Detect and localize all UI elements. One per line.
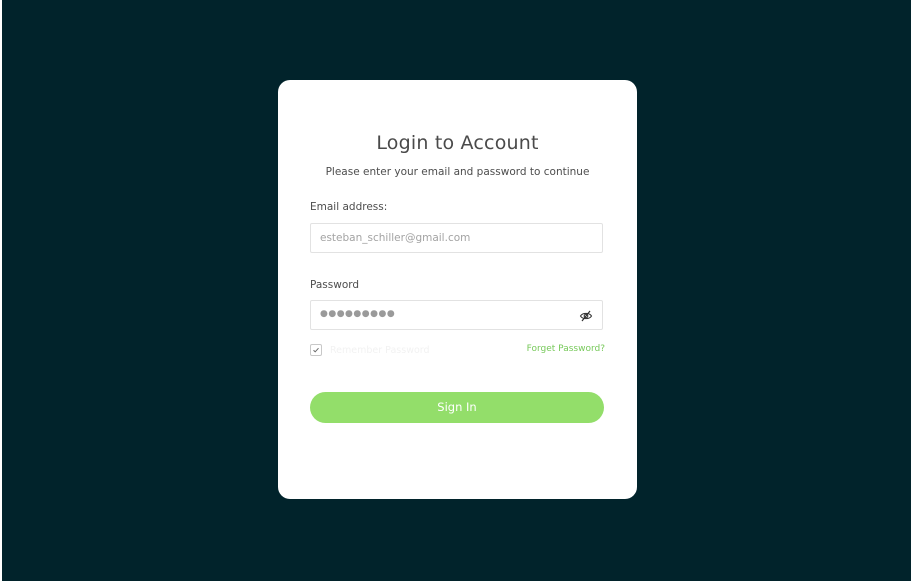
password-mask: ●●●●●●●●●: [320, 309, 396, 319]
page-subtitle: Please enter your email and password to …: [325, 166, 590, 178]
email-field-container: [310, 223, 603, 253]
remember-label: Remember Password: [330, 344, 430, 356]
remember-password-row: Remember Password: [310, 343, 430, 357]
checkmark-icon: [313, 347, 319, 353]
eye-slash-icon[interactable]: [579, 308, 593, 322]
email-input[interactable]: [320, 224, 570, 252]
login-card: Login to Account Please enter your email…: [278, 80, 637, 499]
page-background: Login to Account Please enter your email…: [2, 0, 911, 581]
page-title: Login to Account: [376, 132, 539, 154]
password-label: Password: [310, 279, 360, 291]
remember-checkbox[interactable]: [310, 344, 322, 356]
email-label: Email address:: [310, 201, 388, 213]
password-field[interactable]: ●●●●●●●●●: [310, 300, 603, 330]
forget-password-link[interactable]: Forget Password?: [527, 344, 605, 354]
sign-in-button[interactable]: Sign In: [310, 392, 604, 423]
